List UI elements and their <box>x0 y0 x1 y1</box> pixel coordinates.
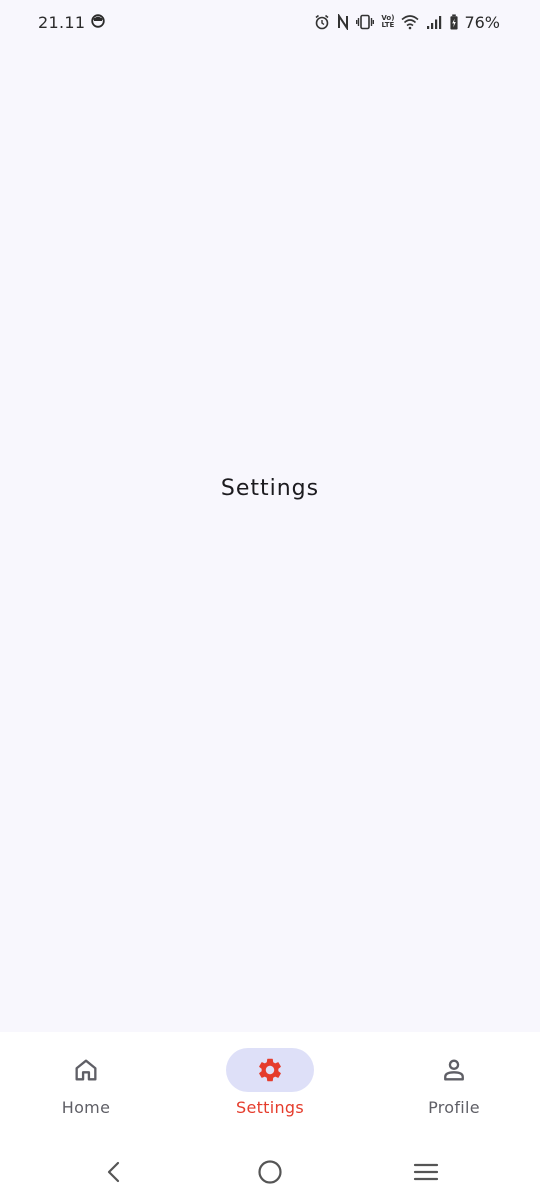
back-icon <box>107 1161 120 1183</box>
volte-icon: Vo) LTE <box>381 15 394 29</box>
person-icon <box>444 1059 464 1081</box>
back-button[interactable] <box>98 1156 130 1188</box>
battery-charging-icon <box>450 14 458 30</box>
nav-item-home[interactable]: Home <box>0 1048 172 1128</box>
status-icons: Vo) LTE 76% <box>314 12 500 32</box>
nfc-icon <box>338 14 349 30</box>
home-icon <box>75 1059 97 1081</box>
bottom-navigation-bar: Home Settings Profile <box>0 1032 540 1142</box>
vibrate-icon <box>356 14 375 30</box>
system-navigation-bar <box>0 1142 540 1200</box>
nav-item-settings[interactable]: Settings <box>180 1048 360 1128</box>
volte-bottom-text: LTE <box>381 21 395 29</box>
page-title: Settings <box>220 476 320 501</box>
status-time: 21.11 <box>38 13 86 32</box>
alarm-icon <box>315 14 329 30</box>
battery-percent: 76% <box>464 12 500 32</box>
nav-label-profile: Profile <box>428 1098 480 1117</box>
system-home-button[interactable] <box>254 1156 286 1188</box>
signal-icon <box>427 16 442 29</box>
nav-label-home: Home <box>61 1098 111 1117</box>
wifi-icon <box>401 15 419 30</box>
status-bar: 21.11 Vo) LTE 76% <box>0 0 540 46</box>
recents-icon <box>413 1163 439 1181</box>
home-circle-icon <box>258 1160 282 1184</box>
nav-label-settings: Settings <box>235 1098 305 1117</box>
recents-button[interactable] <box>410 1156 442 1188</box>
nav-indicator-home <box>42 1048 130 1092</box>
main-content <box>0 46 540 1032</box>
gear-icon <box>259 1058 281 1082</box>
face-icon <box>91 14 105 28</box>
nav-item-profile[interactable]: Profile <box>368 1048 540 1128</box>
nav-indicator-profile <box>410 1048 498 1092</box>
nav-indicator-settings <box>226 1048 314 1092</box>
